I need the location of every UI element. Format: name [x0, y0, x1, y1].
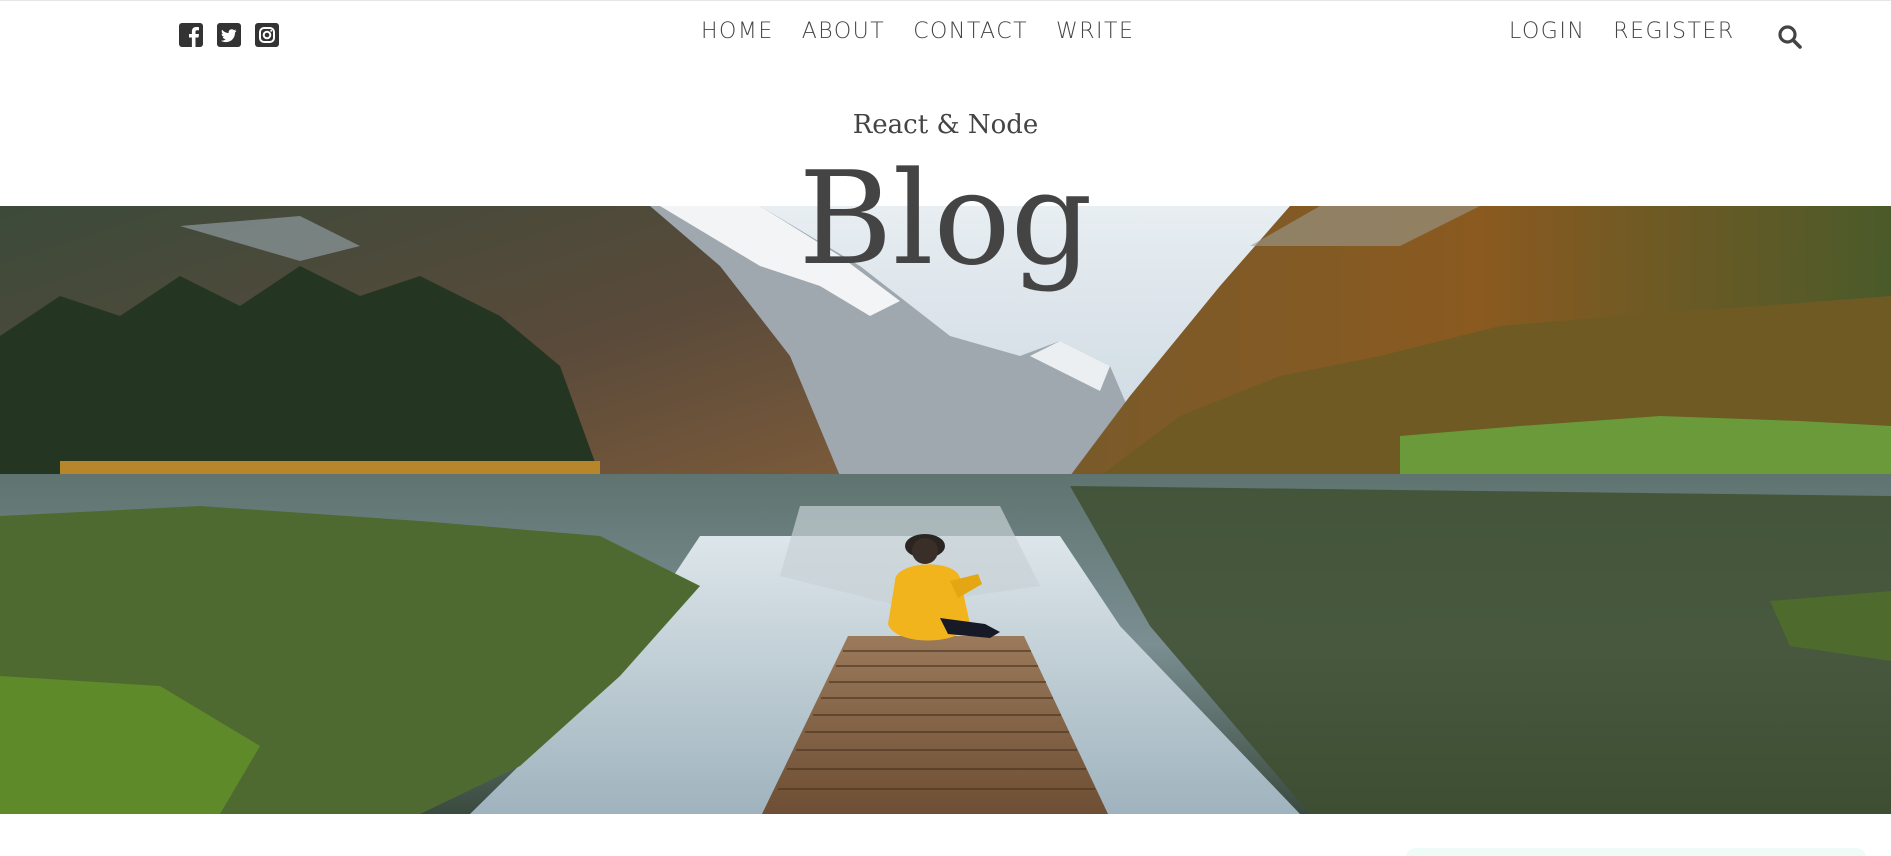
nav-write-link[interactable]: WRITE	[1056, 19, 1134, 44]
login-link[interactable]: LOGIN	[1509, 19, 1585, 44]
nav-contact-link[interactable]: CONTACT	[913, 19, 1028, 44]
header-subtitle: React & Node	[852, 110, 1039, 140]
top-bar: HOME ABOUT CONTACT WRITE LOGIN REGISTER	[0, 0, 1891, 70]
nav-about-link[interactable]: ABOUT	[802, 19, 885, 44]
nav-home-link[interactable]: HOME	[701, 19, 774, 44]
instagram-square-icon[interactable]	[254, 22, 280, 48]
social-links	[178, 22, 280, 48]
auth-nav: LOGIN REGISTER	[1509, 19, 1735, 44]
register-link[interactable]: REGISTER	[1613, 19, 1734, 44]
search-icon[interactable]	[1776, 23, 1804, 51]
sidebar-edge	[1406, 848, 1866, 856]
main-nav: HOME ABOUT CONTACT WRITE	[701, 19, 1134, 44]
header-title: Blog	[798, 145, 1093, 294]
facebook-square-icon[interactable]	[178, 22, 204, 48]
twitter-square-icon[interactable]	[216, 22, 242, 48]
